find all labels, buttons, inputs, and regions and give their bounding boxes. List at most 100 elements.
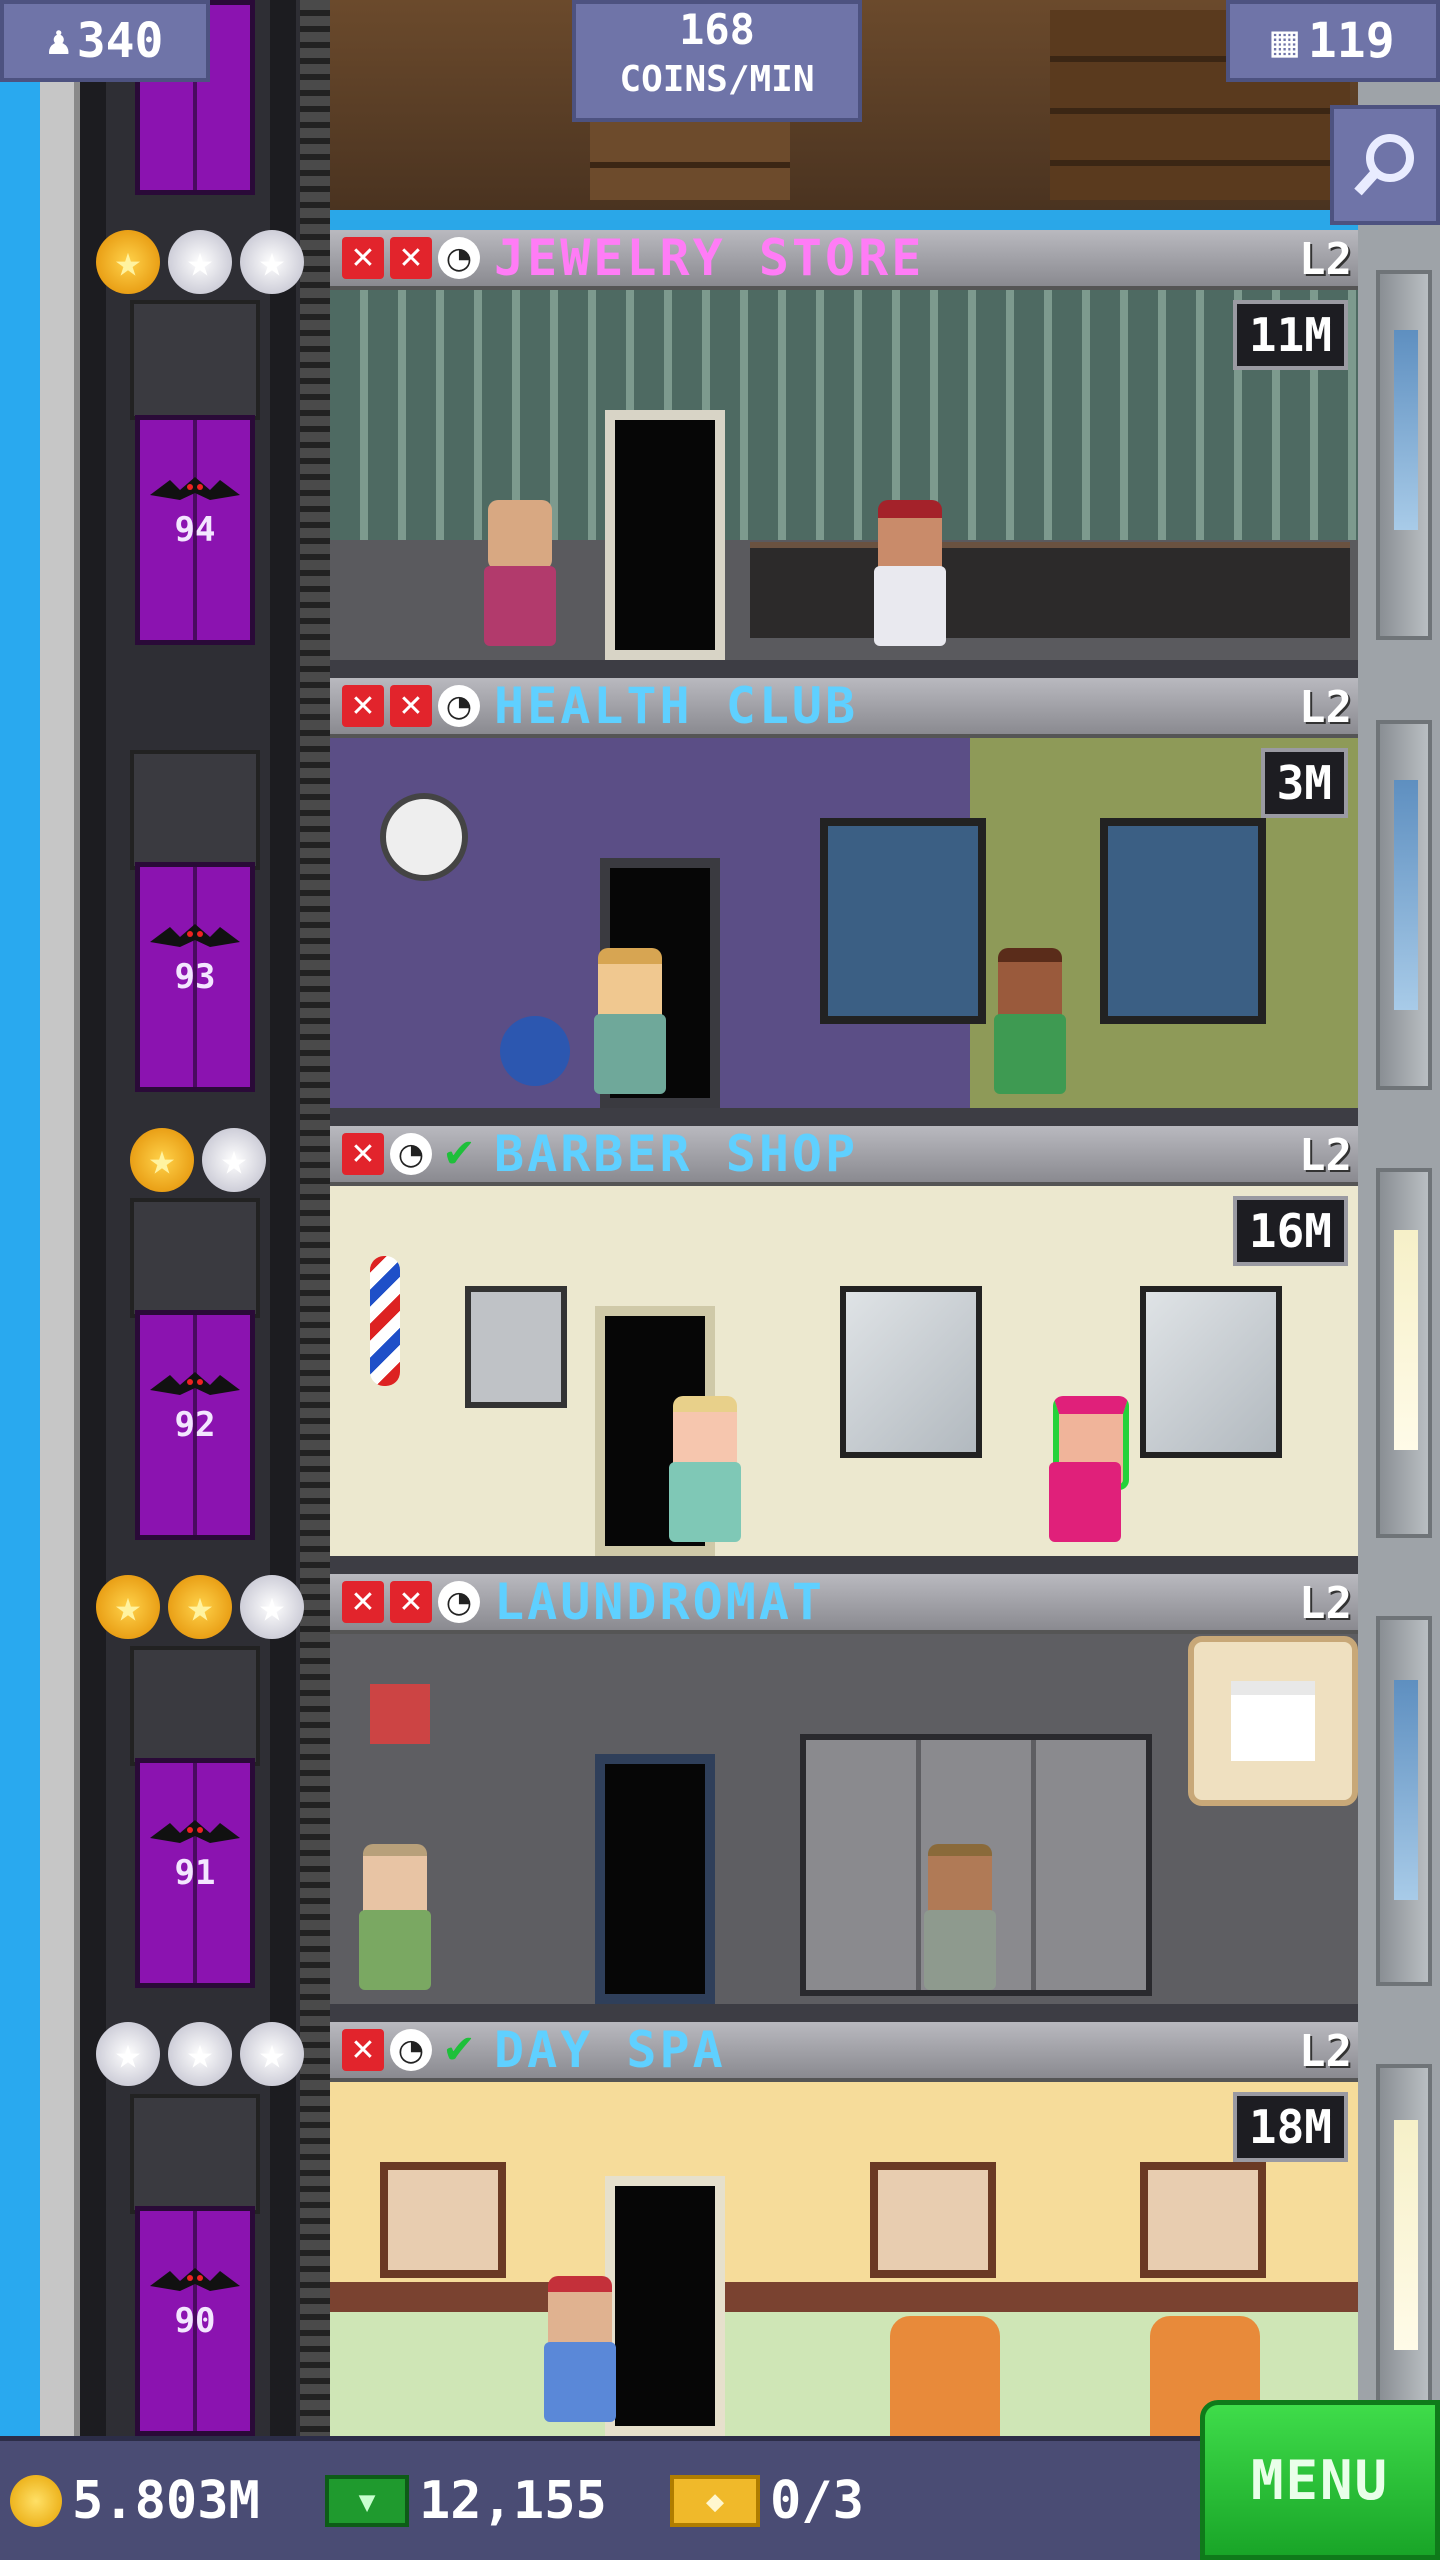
elevator-door[interactable]: 93 (135, 862, 255, 1092)
gym-window (820, 818, 986, 1024)
elevator-floor-number: 92 (174, 1405, 216, 1445)
elevator-floor-number: 90 (174, 2301, 216, 2341)
elevator-housing (130, 750, 260, 870)
barber-mirror (1140, 1286, 1282, 1458)
building-icon: ▦ (1271, 15, 1298, 67)
wall-poster (465, 1286, 567, 1408)
elevator-housing (130, 1646, 260, 1766)
floor-base (330, 1108, 1358, 1126)
population-counter[interactable]: ♟ 340 (0, 0, 210, 82)
floor-barber-shop[interactable]: ✕ ◔ ✔ BARBER SHOP L2 16M (330, 1125, 1358, 1574)
clock-icon: ◔ (438, 237, 480, 279)
floor-base (330, 660, 1358, 678)
star-silver-icon: ★ (202, 1128, 266, 1192)
search-button[interactable] (1330, 105, 1440, 225)
star-silver-icon: ★ (168, 2022, 232, 2086)
floor-interior (330, 1186, 1358, 1574)
clock-icon: ◔ (438, 1581, 480, 1623)
earning-badge: 16M (1232, 1196, 1348, 1266)
floor-header[interactable]: ✕ ◔ ✔ DAY SPA L2 (330, 2021, 1358, 2082)
coins-counter[interactable]: 5.803M (10, 2471, 260, 2531)
elevator-door[interactable]: 92 (135, 1310, 255, 1540)
floor-level: L2 (1299, 234, 1352, 285)
floor-base (330, 1556, 1358, 1574)
elevator-floor-number: 94 (174, 510, 216, 550)
barber-pole-icon (370, 1256, 400, 1386)
star-gold-icon: ★ (130, 1128, 194, 1192)
floor-counter[interactable]: ▦ 119 (1226, 0, 1440, 82)
menu-button[interactable]: MENU (1200, 2400, 1440, 2560)
coins-per-min-label: COINS/MIN (619, 59, 815, 100)
wall-picture (870, 2162, 996, 2278)
x-icon: ✕ (342, 685, 384, 727)
star-gold-icon: ★ (96, 230, 160, 294)
coins-value: 5.803M (72, 2471, 260, 2531)
x-icon: ✕ (390, 237, 432, 279)
earning-badge: 3M (1260, 748, 1348, 818)
stock-box-button[interactable] (1188, 1636, 1358, 1806)
spa-chair (890, 2316, 1000, 2436)
visitor-sprite[interactable] (355, 1844, 435, 2004)
wall-picture (1140, 2162, 1266, 2278)
worker-sprite[interactable] (870, 500, 950, 660)
floor-header[interactable]: ✕ ◔ ✔ BARBER SHOP L2 (330, 1125, 1358, 1186)
floor-day-spa[interactable]: ✕ ◔ ✔ DAY SPA L2 18M (330, 2021, 1358, 2436)
jewelry-counter (750, 542, 1350, 638)
worker-sprite[interactable] (920, 1844, 1000, 2004)
wall-window (1394, 780, 1418, 1010)
floor-level: L2 (1299, 1578, 1352, 1629)
bux-value: 12,155 (419, 2471, 607, 2531)
wall-window-lit (1394, 1230, 1418, 1450)
floor-laundromat[interactable]: ✕ ✕ ◔ LAUNDROMAT L2 (330, 1573, 1358, 2022)
elevator-door[interactable]: 91 (135, 1758, 255, 1988)
star-rating: ★ ★ ★ (96, 1575, 304, 1639)
bat-icon (150, 477, 240, 500)
bat-icon (150, 2268, 240, 2291)
bux-counter[interactable]: ▼ 12,155 (325, 2471, 607, 2531)
elevator-housing (130, 300, 260, 420)
floor-health-club[interactable]: ✕ ✕ ◔ HEALTH CLUB L2 3M (330, 677, 1358, 1126)
elevator-floor-number: 91 (174, 1853, 216, 1893)
wall-picture (380, 2162, 506, 2278)
magnifier-icon (1354, 134, 1414, 196)
wall-window-lit (1394, 2120, 1418, 2350)
visitor-sprite[interactable] (480, 500, 560, 660)
clock-icon: ◔ (390, 1133, 432, 1175)
coins-per-min-panel[interactable]: 168 COINS/MIN (572, 0, 862, 122)
floor-jewelry-store[interactable]: ✕ ✕ ◔ JEWELRY STORE L2 11M (330, 229, 1358, 678)
clock-icon: ◔ (390, 2029, 432, 2071)
wall-clock-icon (380, 793, 468, 881)
floor-name: DAY SPA (494, 2021, 726, 2079)
coin-icon (10, 2475, 62, 2527)
person-icon: ♟ (46, 18, 71, 64)
visitor-sprite[interactable] (590, 948, 670, 1108)
clock-icon: ◔ (438, 685, 480, 727)
visitor-sprite[interactable] (665, 1396, 745, 1556)
sky-background (0, 0, 40, 2560)
floor-header[interactable]: ✕ ✕ ◔ JEWELRY STORE L2 (330, 229, 1358, 290)
floor-name: JEWELRY STORE (494, 229, 925, 287)
star-silver-icon: ★ (96, 2022, 160, 2086)
wall-window (1394, 330, 1418, 530)
worker-sprite[interactable] (990, 948, 1070, 1108)
star-silver-icon: ★ (240, 1575, 304, 1639)
floor-level: L2 (1299, 682, 1352, 733)
visitor-sprite[interactable] (540, 2276, 620, 2436)
tickets-value: 0/3 (770, 2471, 864, 2531)
x-icon: ✕ (390, 1581, 432, 1623)
tickets-counter[interactable]: ◆ 0/3 (670, 2471, 864, 2531)
ticket-icon: ◆ (670, 2475, 760, 2527)
floor-level: L2 (1299, 2026, 1352, 2077)
elevator-door[interactable]: 90 (135, 2206, 255, 2436)
star-rating: ★ ★ (130, 1128, 266, 1192)
worker-sprite[interactable] (1045, 1396, 1129, 1556)
star-gold-icon: ★ (168, 1575, 232, 1639)
floor-header[interactable]: ✕ ✕ ◔ LAUNDROMAT L2 (330, 1573, 1358, 1634)
x-icon: ✕ (342, 237, 384, 279)
star-silver-icon: ★ (168, 230, 232, 294)
elevator-door[interactable]: 94 (135, 415, 255, 645)
x-icon: ✕ (342, 1133, 384, 1175)
floor-header[interactable]: ✕ ✕ ◔ HEALTH CLUB L2 (330, 677, 1358, 738)
bux-icon: ▼ (325, 2475, 409, 2527)
check-icon: ✔ (442, 2027, 476, 2073)
